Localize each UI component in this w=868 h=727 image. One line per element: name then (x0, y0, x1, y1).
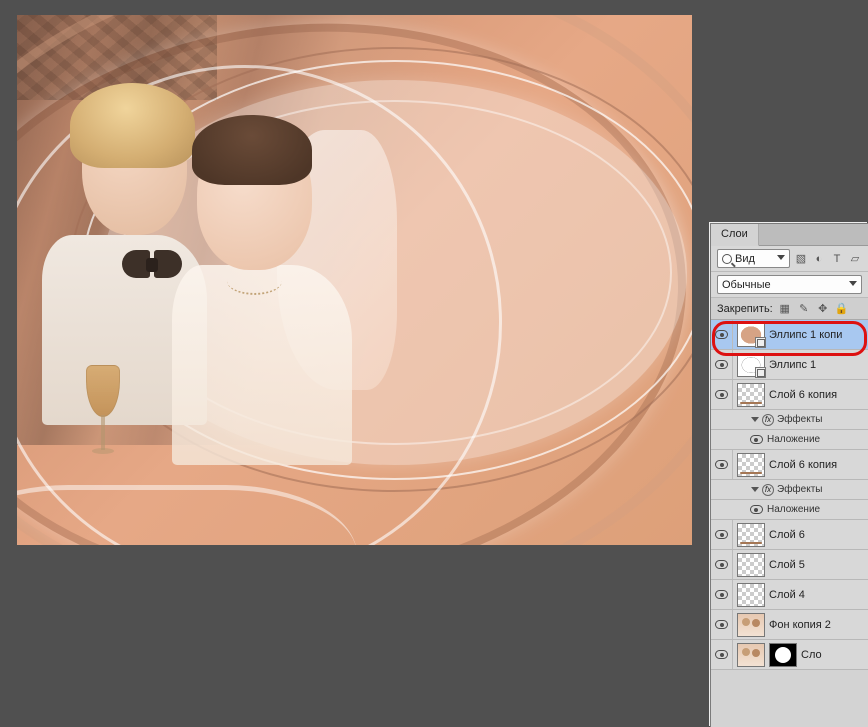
layer-name[interactable]: Слой 6 (769, 529, 805, 541)
layer-name[interactable]: Эффекты (777, 414, 822, 425)
bride (172, 105, 362, 465)
filter-shape-icon[interactable]: ▱ (848, 252, 862, 266)
layer-row[interactable]: Слой 6 (711, 520, 868, 550)
eye-icon (715, 650, 728, 659)
bride-hair (192, 115, 312, 185)
visibility-toggle[interactable] (711, 580, 733, 609)
layer-thumbnail[interactable] (737, 453, 765, 477)
visibility-toggle[interactable] (711, 350, 733, 379)
eye-icon (715, 330, 728, 339)
chevron-down-icon (849, 281, 857, 286)
bride-necklace (227, 267, 282, 295)
tab-layers[interactable]: Слои (711, 224, 759, 246)
layer-row[interactable]: fxЭффекты (711, 410, 868, 430)
layer-thumbnail[interactable] (737, 353, 765, 377)
bride-dress (172, 265, 352, 465)
panel-tabs: Слои (711, 224, 868, 246)
filter-pixel-icon[interactable]: ▧ (794, 252, 808, 266)
layer-row[interactable]: Слой 6 копия (711, 380, 868, 410)
shape-badge-icon (755, 337, 766, 348)
lock-label: Закрепить: (717, 303, 773, 315)
lock-position-icon[interactable]: ✥ (816, 302, 830, 316)
lock-transparent-icon[interactable]: ▦ (778, 302, 792, 316)
eye-icon (715, 620, 728, 629)
layer-filter-label: Вид (735, 253, 755, 265)
blend-mode-row: Обычные (711, 272, 868, 298)
layer-row[interactable]: Фон копия 2 (711, 610, 868, 640)
layer-row[interactable]: Слой 6 копия (711, 450, 868, 480)
layer-filter-dropdown[interactable]: Вид (717, 249, 790, 268)
visibility-toggle[interactable] (729, 410, 751, 429)
groom (32, 85, 187, 445)
layer-thumbnail[interactable] (737, 383, 765, 407)
layer-name[interactable]: Слой 4 (769, 589, 805, 601)
layer-row[interactable]: Эллипс 1 (711, 350, 868, 380)
couple-photo (32, 85, 312, 465)
document-canvas[interactable] (17, 15, 692, 545)
visibility-toggle[interactable] (711, 320, 733, 349)
layer-row[interactable]: fxЭффекты (711, 480, 868, 500)
filter-type-icon[interactable]: T (830, 252, 844, 266)
layer-name[interactable]: Слой 5 (769, 559, 805, 571)
layer-name[interactable]: Фон копия 2 (769, 619, 831, 631)
collapse-arrow-icon[interactable] (751, 417, 759, 422)
layer-thumbnail[interactable] (737, 523, 765, 547)
fx-icon: fx (762, 414, 774, 426)
layer-thumbnail[interactable] (737, 323, 765, 347)
visibility-toggle[interactable] (711, 550, 733, 579)
layer-name[interactable]: Наложение (767, 504, 820, 515)
layer-thumbnail[interactable] (737, 613, 765, 637)
chevron-down-icon (777, 255, 785, 260)
champagne-glass (82, 365, 124, 465)
eye-icon (715, 390, 728, 399)
lock-all-icon[interactable]: 🔒 (835, 302, 849, 316)
layer-thumbnail[interactable] (737, 643, 765, 667)
layer-row[interactable]: Слой 4 (711, 580, 868, 610)
visibility-toggle[interactable] (711, 640, 733, 669)
layer-name[interactable]: Эллипс 1 копи (769, 329, 842, 341)
eye-icon (715, 530, 728, 539)
visibility-toggle[interactable] (711, 380, 733, 409)
layer-row[interactable]: Наложение (711, 500, 868, 520)
visibility-toggle[interactable] (745, 430, 767, 449)
layer-row[interactable]: Слой 5 (711, 550, 868, 580)
fx-icon: fx (762, 484, 774, 496)
eye-icon (750, 505, 763, 514)
eye-icon (715, 460, 728, 469)
layer-row[interactable]: Сло (711, 640, 868, 670)
collapse-arrow-icon[interactable] (751, 487, 759, 492)
lock-pixels-icon[interactable]: ✎ (797, 302, 811, 316)
visibility-toggle[interactable] (711, 610, 733, 639)
layers-list: Эллипс 1 копиЭллипс 1Слой 6 копияfxЭффек… (711, 320, 868, 670)
eye-icon (715, 360, 728, 369)
layer-thumbnail[interactable] (737, 583, 765, 607)
layers-panel: Слои Вид ▧ ◐ T ▱ Обычные Закрепить: ▦ ✎ … (710, 223, 868, 727)
visibility-toggle[interactable] (711, 520, 733, 549)
blend-mode-dropdown[interactable]: Обычные (717, 275, 862, 294)
layer-row[interactable]: Наложение (711, 430, 868, 450)
layer-name[interactable]: Эффекты (777, 484, 822, 495)
layer-row[interactable]: Эллипс 1 копи (711, 320, 868, 350)
visibility-toggle[interactable] (745, 500, 767, 519)
visibility-toggle[interactable] (711, 450, 733, 479)
visibility-toggle[interactable] (729, 480, 751, 499)
eye-icon (750, 435, 763, 444)
eye-icon (715, 560, 728, 569)
search-icon (722, 254, 732, 264)
layer-name[interactable]: Слой 6 копия (769, 459, 837, 471)
filter-adjust-icon[interactable]: ◐ (812, 252, 826, 266)
layer-filter-row: Вид ▧ ◐ T ▱ (711, 246, 868, 272)
layer-mask-thumbnail[interactable] (769, 643, 797, 667)
layer-name[interactable]: Сло (801, 649, 822, 661)
lock-row: Закрепить: ▦ ✎ ✥ 🔒 (711, 298, 868, 320)
blend-mode-value: Обычные (722, 279, 771, 291)
layer-name[interactable]: Эллипс 1 (769, 359, 816, 371)
eye-icon (715, 590, 728, 599)
shape-badge-icon (755, 367, 766, 378)
layer-thumbnail[interactable] (737, 553, 765, 577)
layer-name[interactable]: Наложение (767, 434, 820, 445)
layer-name[interactable]: Слой 6 копия (769, 389, 837, 401)
